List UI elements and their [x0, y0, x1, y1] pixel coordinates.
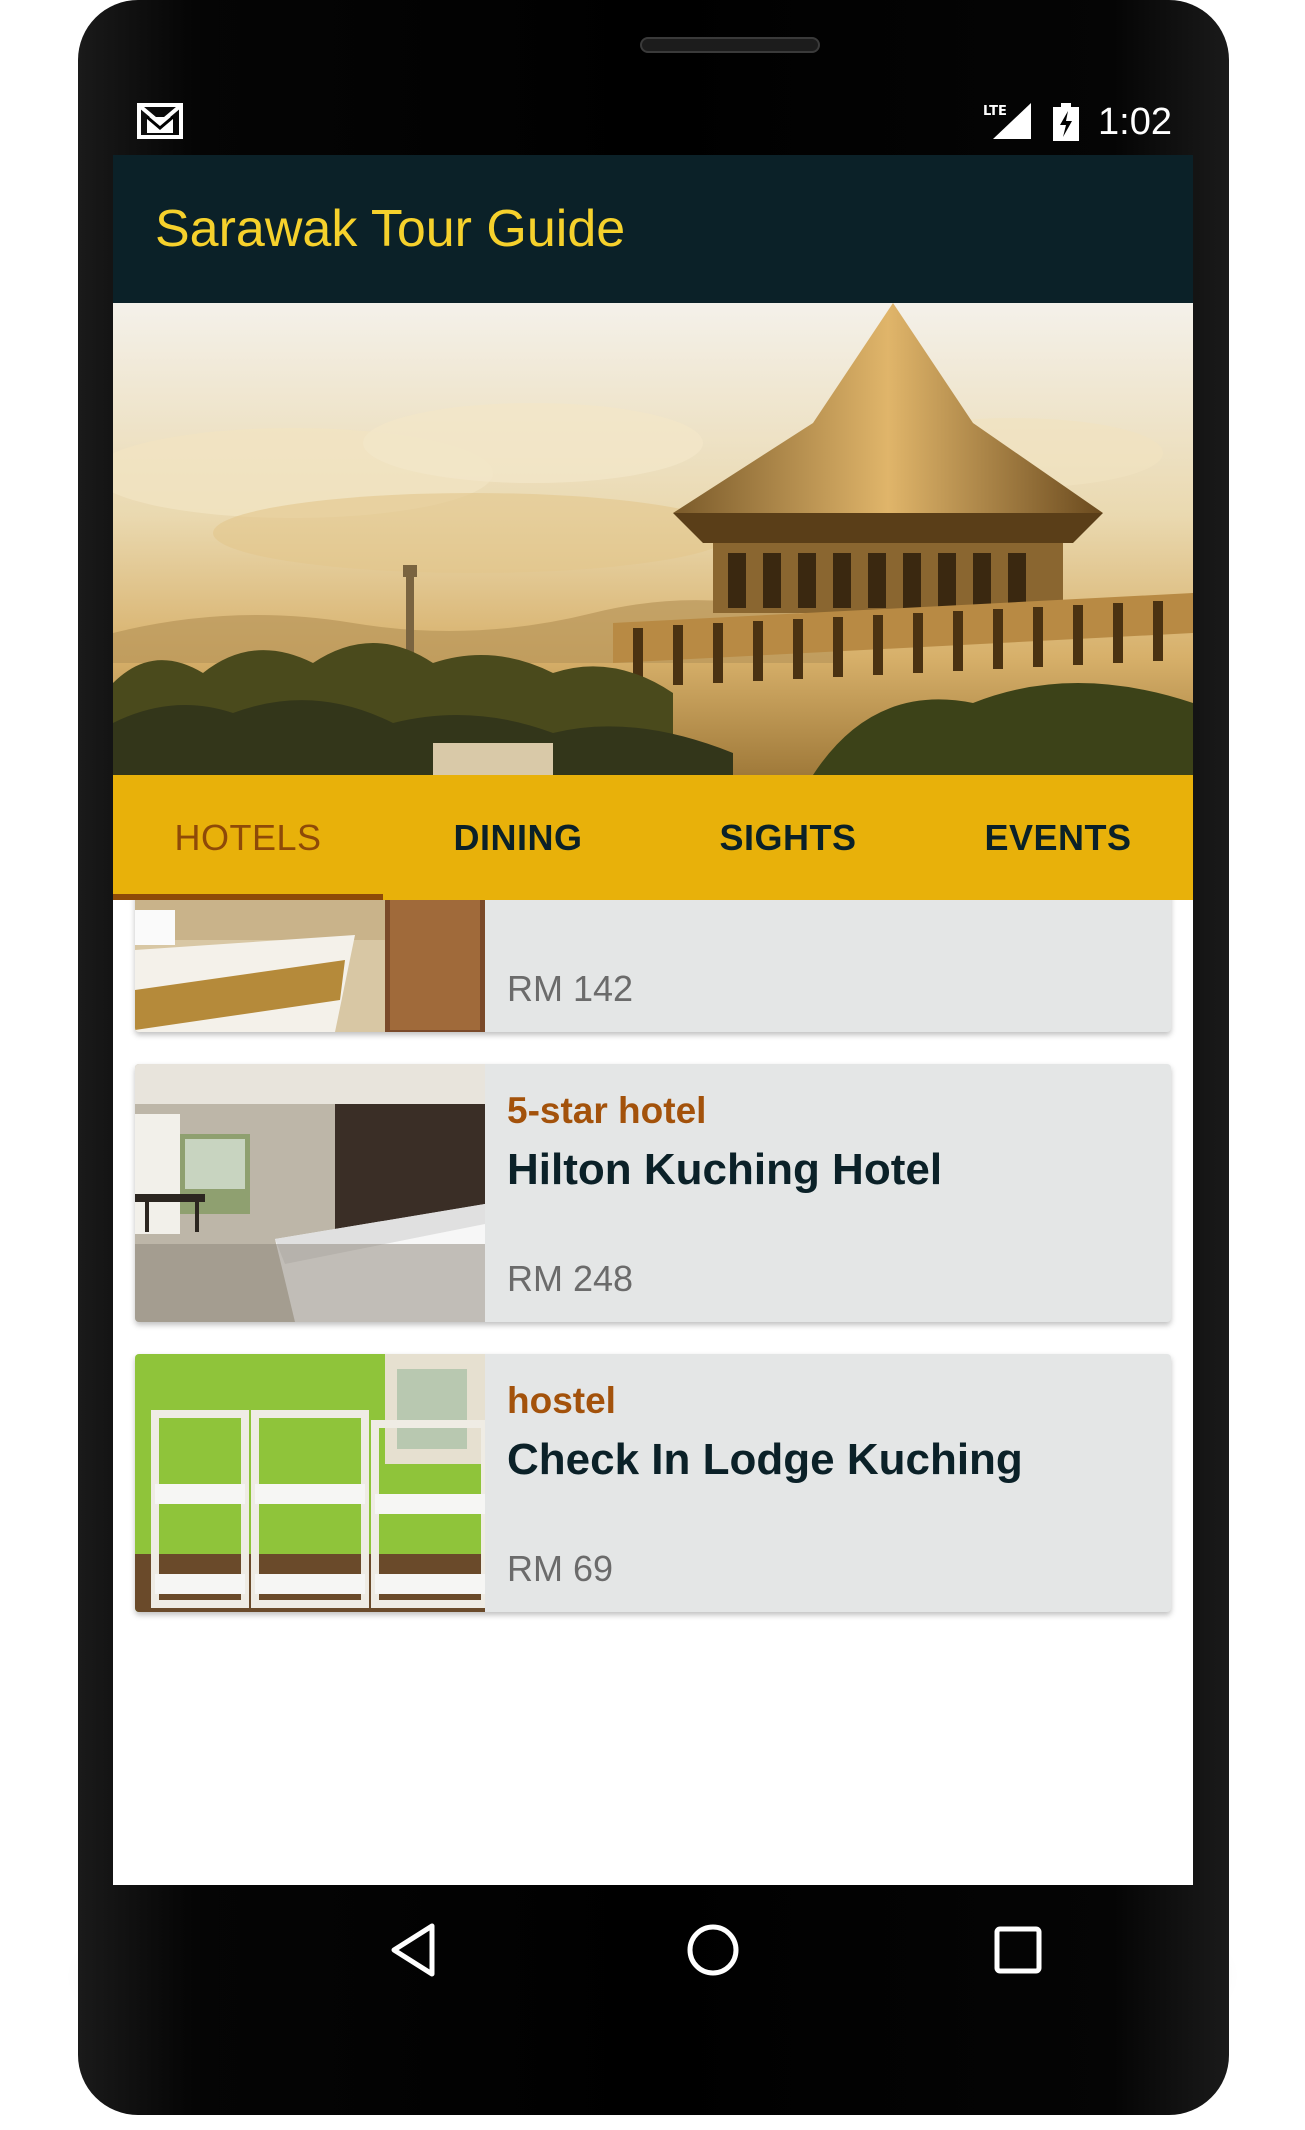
navigation-bar	[113, 1885, 1193, 2015]
hotel-room-photo	[135, 1064, 485, 1322]
hotel-name: Hilton Kuching Hotel	[507, 1145, 943, 1194]
hotel-card[interactable]: RM 142	[135, 900, 1171, 1032]
battery-charging-icon	[1053, 103, 1079, 141]
sarawak-assembly-building-photo	[113, 303, 1193, 775]
hotel-room-photo	[135, 900, 485, 1032]
hotel-price: RM 142	[507, 968, 634, 1009]
lte-signal-icon: LTE	[983, 103, 1031, 139]
app-screen: Sarawak Tour Guide HOTELS DINING SIGHTS …	[113, 155, 1193, 1885]
tab-hotels[interactable]: HOTELS	[113, 775, 383, 900]
hotel-type: 5-star hotel	[507, 1090, 707, 1131]
hotel-card[interactable]: 5-star hotel Hilton Kuching Hotel RM 248	[135, 1064, 1171, 1322]
tab-dining[interactable]: DINING	[383, 775, 653, 900]
hostel-room-photo	[135, 1354, 485, 1612]
hotel-type: hostel	[507, 1380, 616, 1421]
hero-image	[113, 303, 1193, 775]
app-title: Sarawak Tour Guide	[155, 200, 626, 258]
hotel-card[interactable]: hostel Check In Lodge Kuching RM 69	[135, 1354, 1171, 1612]
hotel-price: RM 248	[507, 1258, 634, 1299]
gmail-icon	[137, 103, 183, 139]
speaker-grille	[640, 37, 820, 53]
status-bar: LTE 1:02	[113, 95, 1193, 155]
tab-events[interactable]: EVENTS	[923, 775, 1193, 900]
tab-sights[interactable]: SIGHTS	[653, 775, 923, 900]
hotel-price: RM 69	[507, 1548, 614, 1589]
home-icon	[687, 1924, 739, 1976]
category-tabs: HOTELS DINING SIGHTS EVENTS	[113, 775, 1193, 900]
back-icon	[391, 1923, 435, 1977]
hotel-name: Check In Lodge Kuching	[507, 1435, 1023, 1484]
recents-button[interactable]	[973, 1905, 1063, 1995]
home-button[interactable]	[668, 1905, 758, 1995]
app-bar: Sarawak Tour Guide	[113, 155, 1193, 303]
hotel-list[interactable]: RM 142 5-star hotel Hilton Kuching Hotel…	[113, 900, 1193, 1885]
recents-icon	[994, 1926, 1042, 1974]
status-time: 1:02	[1098, 101, 1172, 143]
back-button[interactable]	[368, 1905, 458, 1995]
svg-text:LTE: LTE	[983, 104, 1007, 119]
